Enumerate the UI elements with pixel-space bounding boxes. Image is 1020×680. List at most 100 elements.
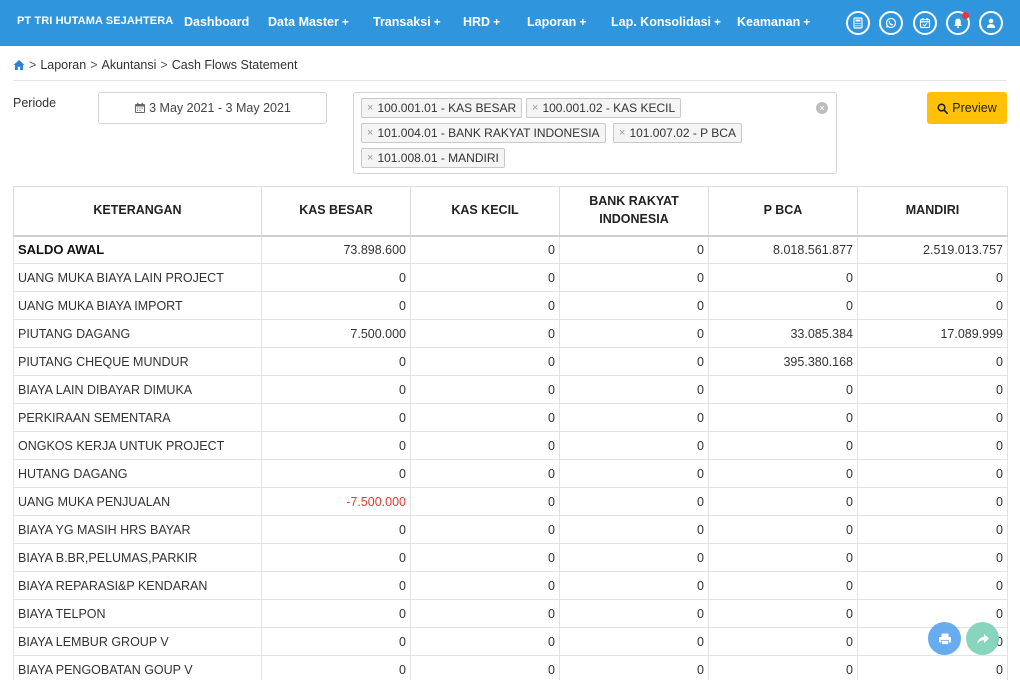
account-multiselect[interactable]: × 100.001.01 - KAS BESAR × 100.001.02 - … [353,92,837,174]
notification-dot [962,12,969,19]
cell-value: 0 [708,263,858,292]
cell-value: 0 [857,655,1008,680]
table-row: SALDO AWAL 73.898.600 0 0 8.018.561.877 2.519… [13,235,1008,264]
cell-value: 0 [261,515,411,544]
plus-icon: + [433,15,441,29]
cell-value: 0 [857,487,1008,516]
cell-value: 0 [708,487,858,516]
cell-value: 0 [559,459,709,488]
print-icon [938,632,952,646]
nav-lap-konsolidasi[interactable]: Lap. Konsolidasi + [611,15,721,29]
cell-value: 0 [261,571,411,600]
home-icon[interactable] [13,59,25,71]
remove-tag-icon[interactable]: × [367,127,373,139]
cell-value: 0 [410,543,560,572]
table-row: HUTANG DAGANG 0 0 0 0 0 [13,459,1008,488]
cell-value: 0 [410,347,560,376]
cell-value: 0 [261,459,411,488]
cell-value: 0 [708,459,858,488]
nav-dashboard[interactable]: Dashboard [184,15,249,29]
cell-value: 0 [410,571,560,600]
cell-value: 0 [261,627,411,656]
table-row: BIAYA TELPON 0 0 0 0 0 [13,599,1008,628]
cell-value: 0 [261,599,411,628]
preview-button[interactable]: Preview [927,92,1007,124]
cell-value: 0 [559,263,709,292]
bell-icon[interactable] [946,11,970,35]
date-range-picker[interactable]: 3 May 2021 - 3 May 2021 [98,92,327,124]
cell-value: 8.018.561.877 [708,235,858,264]
breadcrumb-akuntansi[interactable]: Akuntansi [102,58,157,72]
cell-value: 0 [857,543,1008,572]
cell-value: 0 [559,515,709,544]
table-row: BIAYA B.BR,PELUMAS,PARKIR 0 0 0 0 0 [13,543,1008,572]
cell-value: 0 [410,235,560,264]
plus-icon: + [714,15,722,29]
top-navbar: PT TRI HUTAMA SEJAHTERA Dashboard Data M… [0,0,1020,46]
cell-value: 0 [857,571,1008,600]
cell-value: 0 [857,431,1008,460]
cell-value: 0 [559,291,709,320]
cell-value: 0 [410,431,560,460]
cell-value: -7.500.000 [261,487,411,516]
nav-laporan[interactable]: Laporan + [527,15,586,29]
cell-value: 0 [410,599,560,628]
whatsapp-icon[interactable] [879,11,903,35]
cell-value: 0 [559,599,709,628]
cell-value: 0 [857,459,1008,488]
cell-value: 0 [410,627,560,656]
account-tag: × 101.004.01 - BANK RAKYAT INDONESIA [361,123,606,143]
table-row: BIAYA REPARASI&P KENDARAN 0 0 0 0 0 [13,571,1008,600]
breadcrumb-separator: > [160,58,168,72]
remove-tag-icon[interactable]: × [367,102,373,114]
row-label: BIAYA REPARASI&P KENDARAN [13,571,262,600]
row-label: BIAYA YG MASIH HRS BAYAR [13,515,262,544]
column-header: P BCA [708,186,858,237]
remove-tag-icon[interactable]: × [532,102,538,114]
breadcrumb-separator: > [29,58,37,72]
cell-value: 0 [857,347,1008,376]
cell-value: 0 [559,655,709,680]
table-row: UANG MUKA BIAYA LAIN PROJECT 0 0 0 0 0 [13,263,1008,292]
row-label: ONGKOS KERJA UNTUK PROJECT [13,431,262,460]
column-header: KAS BESAR [261,186,411,237]
cell-value: 0 [559,627,709,656]
cell-value: 73.898.600 [261,235,411,264]
cell-value: 0 [708,403,858,432]
row-label: UANG MUKA PENJUALAN [13,487,262,516]
calculator-icon[interactable] [846,11,870,35]
cell-value: 0 [261,375,411,404]
column-header: KAS KECIL [410,186,560,237]
cell-value: 33.085.384 [708,319,858,348]
row-label: BIAYA PENGOBATAN GOUP V [13,655,262,680]
nav-data-master[interactable]: Data Master + [268,15,349,29]
clear-all-icon[interactable]: × [816,102,828,114]
search-icon [937,103,952,114]
user-icon[interactable] [979,11,1003,35]
row-label: UANG MUKA BIAYA LAIN PROJECT [13,263,262,292]
remove-tag-icon[interactable]: × [367,152,373,164]
cell-value: 0 [708,375,858,404]
calendar-check-icon[interactable] [913,11,937,35]
cell-value: 0 [410,291,560,320]
cell-value: 0 [559,487,709,516]
cell-value: 0 [857,403,1008,432]
share-icon [976,632,990,646]
cell-value: 0 [410,375,560,404]
breadcrumb: > Laporan > Akuntansi > Cash Flows State… [13,58,297,72]
nav-transaksi[interactable]: Transaksi + [373,15,441,29]
nav-hrd[interactable]: HRD + [463,15,500,29]
cell-value: 0 [410,403,560,432]
share-button[interactable] [966,622,999,655]
brand-name[interactable]: PT TRI HUTAMA SEJAHTERA [17,15,173,27]
column-header: KETERANGAN [13,186,262,237]
table-row: ONGKOS KERJA UNTUK PROJECT 0 0 0 0 0 [13,431,1008,460]
print-button[interactable] [928,622,961,655]
row-label: BIAYA LEMBUR GROUP V [13,627,262,656]
breadcrumb-laporan[interactable]: Laporan [40,58,86,72]
account-tag: × 100.001.01 - KAS BESAR [361,98,523,118]
remove-tag-icon[interactable]: × [619,127,625,139]
breadcrumb-separator: > [90,58,98,72]
cell-value: 0 [410,319,560,348]
nav-keamanan[interactable]: Keamanan + [737,15,810,29]
